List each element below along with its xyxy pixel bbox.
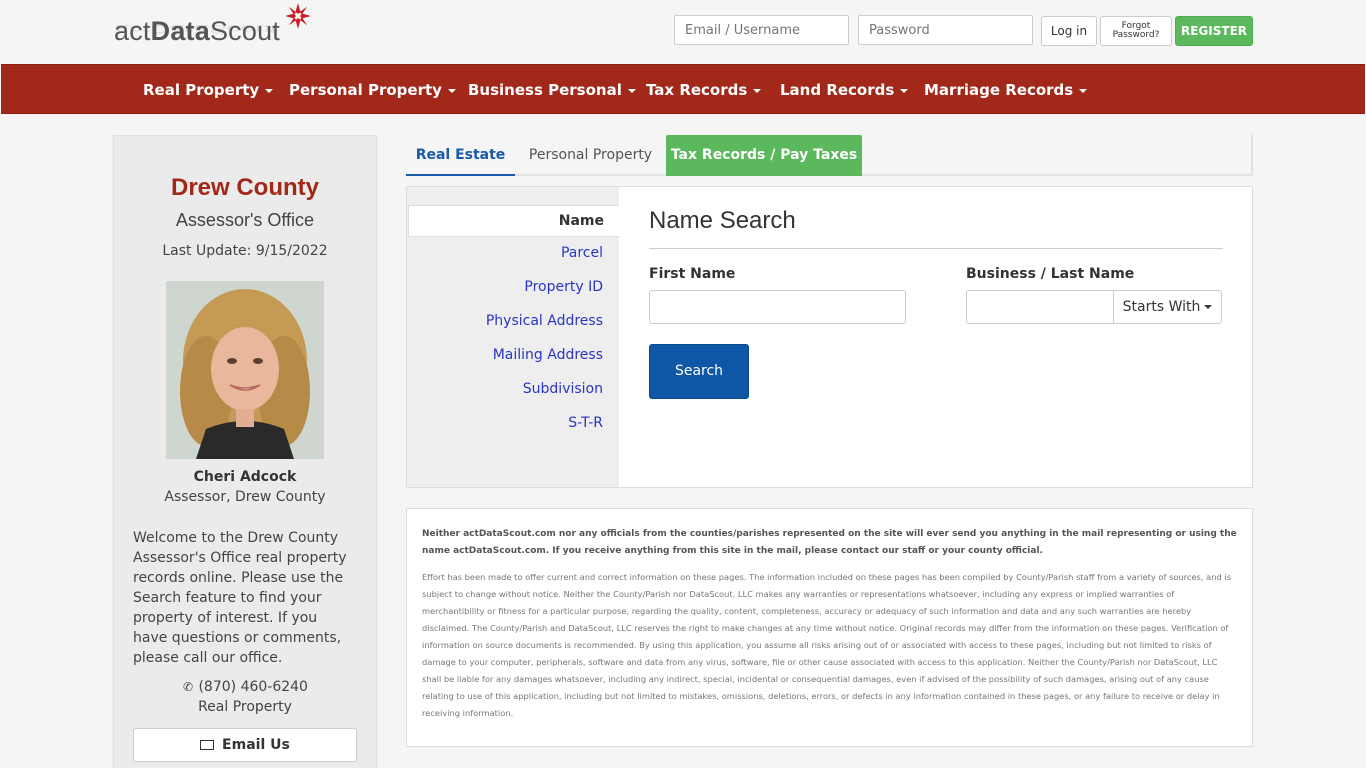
nav-tax-records[interactable]: Tax Records	[646, 65, 762, 115]
nav-land-records-label: Land Records	[780, 81, 895, 99]
top-bar: actDataScout actDataScout Log in Forgot …	[0, 0, 1366, 64]
logo-reflection: actDataScout	[114, 22, 278, 37]
nav-real-property[interactable]: Real Property	[143, 65, 274, 115]
disclaimer-panel: Neither actDataScout.com nor any officia…	[406, 508, 1253, 747]
caret-down-icon	[753, 88, 762, 93]
search-title: Name Search	[649, 207, 796, 234]
search-panel: Name Parcel Property ID Physical Address…	[406, 186, 1253, 488]
nav-personal-property-label: Personal Property	[289, 81, 442, 99]
email-us-label: Email Us	[222, 737, 290, 753]
welcome-text: Welcome to the Drew County Assessor's Of…	[133, 530, 347, 666]
assessor-photo	[166, 281, 324, 459]
caret-down-icon	[265, 88, 274, 93]
tab-personal-property[interactable]: Personal Property	[522, 135, 659, 176]
caret-down-icon	[1204, 305, 1213, 309]
nav-personal-property[interactable]: Personal Property	[289, 65, 456, 115]
assessor-title: Assessor, Drew County	[164, 489, 326, 505]
logo-star-icon	[285, 3, 311, 29]
first-name-input[interactable]	[649, 290, 906, 324]
county-info-sidebar: Drew County Assessor's Office Last Updat…	[113, 135, 377, 768]
match-mode-label: Starts With	[1122, 299, 1201, 315]
nav-real-property-label: Real Property	[143, 81, 260, 99]
search-type-mailing-address[interactable]: Mailing Address	[493, 347, 603, 363]
nav-land-records[interactable]: Land Records	[780, 65, 909, 115]
search-type-name[interactable]: Name	[408, 205, 619, 237]
tabs-divider	[1251, 135, 1253, 176]
main-navbar: Real Property Personal Property Business…	[1, 64, 1365, 114]
search-type-property-id[interactable]: Property ID	[524, 279, 603, 295]
tab-real-estate[interactable]: Real Estate	[406, 135, 515, 176]
assessor-name: Cheri Adcock	[193, 469, 297, 485]
search-type-parcel[interactable]: Parcel	[561, 245, 603, 261]
phone-number: (870) 460-6240	[198, 679, 308, 695]
caret-down-icon	[447, 88, 456, 93]
phone-department: Real Property	[198, 699, 292, 715]
search-button[interactable]: Search	[649, 344, 749, 399]
email-username-input[interactable]	[674, 15, 849, 45]
nav-marriage-records-label: Marriage Records	[924, 81, 1074, 99]
email-us-button[interactable]: Email Us	[133, 728, 357, 762]
nav-marriage-records[interactable]: Marriage Records	[924, 65, 1088, 115]
actdatascout-logo[interactable]: actDataScout actDataScout	[114, 2, 314, 60]
title-divider	[649, 248, 1223, 249]
caret-down-icon	[1079, 88, 1088, 93]
register-button[interactable]: REGISTER	[1175, 16, 1253, 46]
caret-down-icon	[627, 88, 636, 93]
last-name-label: Business / Last Name	[966, 266, 1135, 282]
search-type-menu: Name Parcel Property ID Physical Address…	[407, 187, 619, 487]
nav-business-personal-label: Business Personal	[468, 81, 622, 99]
phone-icon: ✆	[182, 680, 194, 694]
phone-line: ✆ (870) 460-6240	[114, 679, 376, 695]
envelope-icon	[200, 740, 215, 750]
county-name: Drew County	[170, 174, 319, 201]
nav-business-personal[interactable]: Business Personal	[468, 65, 636, 115]
caret-down-icon	[900, 88, 909, 93]
disclaimer-text: Effort has been made to offer current an…	[422, 572, 1232, 718]
last-name-input[interactable]	[966, 290, 1115, 324]
mail-notice: Neither actDataScout.com nor any officia…	[422, 529, 1237, 556]
first-name-label: First Name	[649, 266, 736, 282]
search-type-str[interactable]: S-T-R	[568, 415, 603, 431]
match-mode-dropdown[interactable]: Starts With	[1113, 290, 1222, 324]
password-input[interactable]	[858, 15, 1033, 45]
tab-tax-records-pay-taxes[interactable]: Tax Records / Pay Taxes	[666, 135, 862, 176]
nav-tax-records-label: Tax Records	[646, 81, 748, 99]
search-type-subdivision[interactable]: Subdivision	[523, 381, 603, 397]
search-type-physical-address[interactable]: Physical Address	[486, 313, 603, 329]
office-name: Assessor's Office	[175, 210, 315, 230]
login-button[interactable]: Log in	[1041, 16, 1097, 46]
last-update: Last Update: 9/15/2022	[162, 243, 328, 259]
search-tabs: Real Estate Personal Property Tax Record…	[406, 135, 1253, 176]
forgot-password-button[interactable]: Forgot Password?	[1100, 16, 1172, 46]
